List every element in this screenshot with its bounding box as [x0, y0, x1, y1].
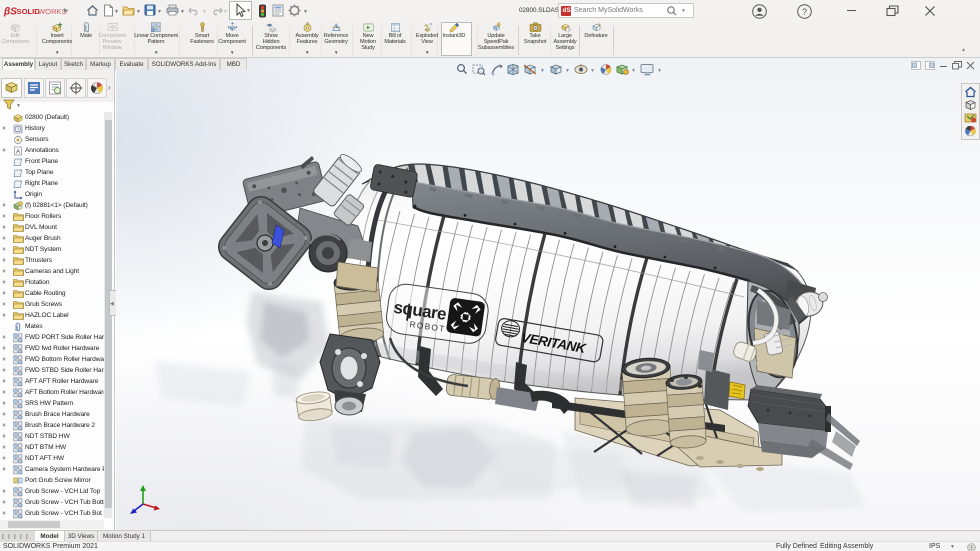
- svg-text:?: ?: [802, 7, 807, 17]
- svg-text:WORKS: WORKS: [38, 7, 67, 16]
- svg-text:SOLID: SOLID: [17, 7, 41, 16]
- svg-text:βS: βS: [4, 7, 17, 18]
